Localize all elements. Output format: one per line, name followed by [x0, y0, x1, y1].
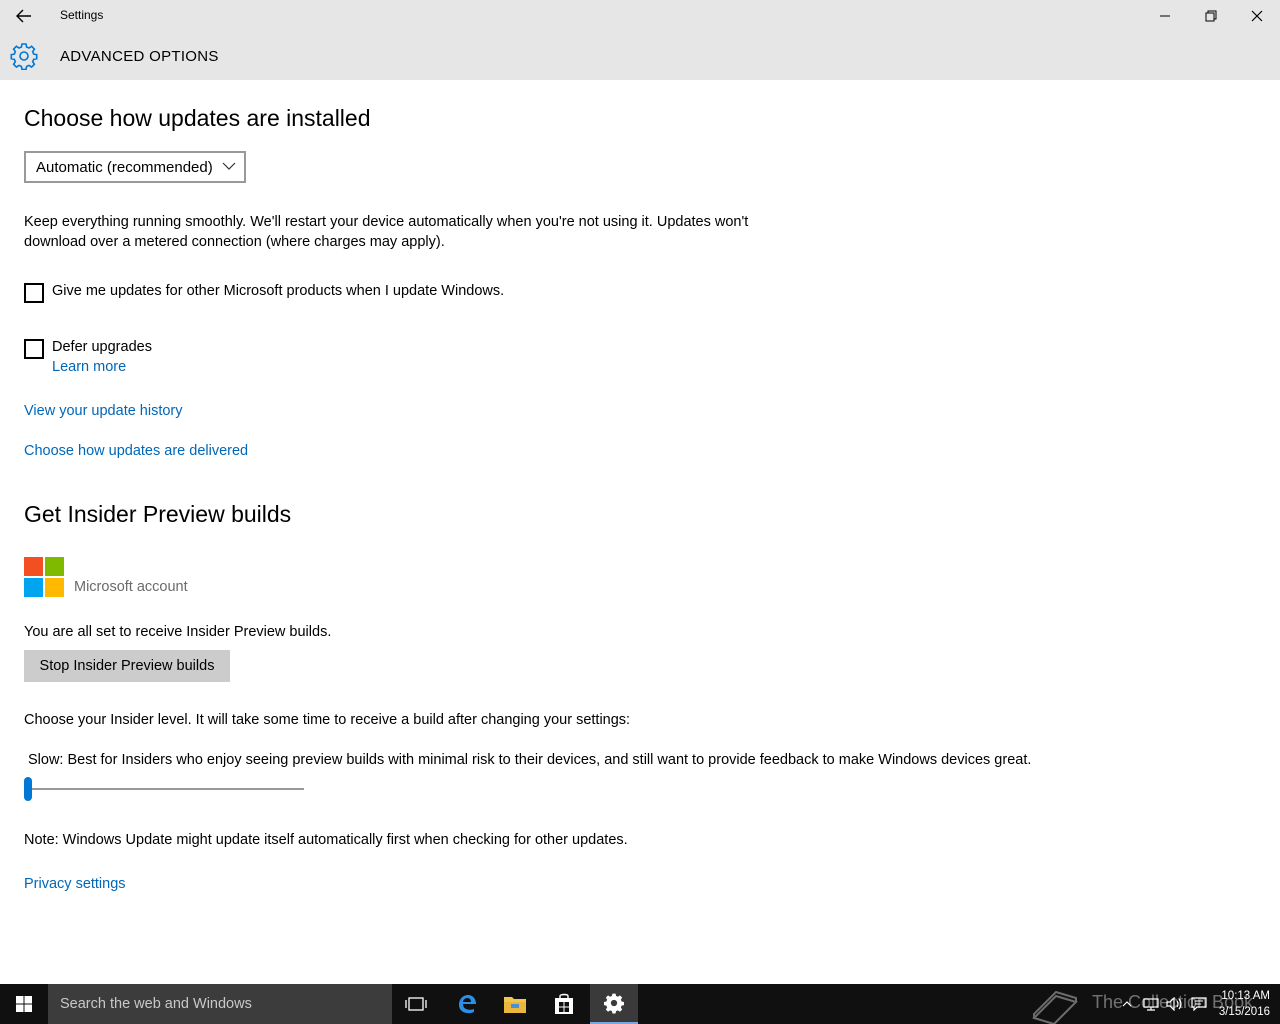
volume-button[interactable]	[1164, 984, 1186, 1024]
clock[interactable]: 10:13 AM 3/15/2016	[1219, 988, 1270, 1020]
network-button[interactable]	[1140, 984, 1162, 1024]
taskbar: Search the web and Windows The Collectio…	[0, 984, 1280, 1024]
clock-date: 3/15/2016	[1218, 1006, 1270, 1018]
insider-level-slider[interactable]	[28, 788, 304, 790]
title-bar: Settings	[0, 0, 1280, 32]
close-button[interactable]	[1234, 0, 1280, 32]
edge-icon	[459, 995, 476, 1014]
chevron-up-icon	[1122, 1001, 1132, 1007]
settings-taskbar-button[interactable]	[590, 984, 638, 1024]
description-line-2: download over a metered connection (wher…	[24, 234, 445, 250]
file-explorer-button[interactable]	[491, 984, 539, 1024]
stop-insider-button[interactable]: Stop Insider Preview builds	[24, 650, 230, 682]
privacy-settings-link[interactable]: Privacy settings	[24, 876, 126, 892]
minimize-button[interactable]	[1142, 0, 1188, 32]
dropdown-value: Automatic (recommended)	[36, 159, 213, 176]
store-button[interactable]	[540, 984, 588, 1024]
window-title: Settings	[60, 8, 104, 22]
insider-level-description: Slow: Best for Insiders who enjoy seeing…	[28, 752, 1032, 768]
minimize-icon	[1160, 15, 1170, 17]
chevron-down-icon	[222, 162, 236, 170]
back-arrow-icon	[16, 9, 31, 23]
install-heading: Choose how updates are installed	[24, 105, 371, 131]
restore-icon	[1205, 10, 1217, 22]
clock-time: 10:13 AM	[1221, 990, 1270, 1002]
update-delivery-link[interactable]: Choose how updates are delivered	[24, 443, 248, 459]
update-note: Note: Windows Update might update itself…	[24, 832, 628, 848]
close-icon	[1251, 10, 1263, 22]
notification-icon	[1191, 997, 1207, 1011]
network-icon	[1143, 998, 1159, 1011]
defer-upgrades-checkbox[interactable]	[24, 339, 44, 359]
action-center-button[interactable]	[1188, 984, 1210, 1024]
slider-thumb[interactable]	[24, 777, 32, 801]
insider-heading: Get Insider Preview builds	[24, 501, 292, 527]
other-products-checkbox[interactable]	[24, 283, 44, 303]
gear-icon	[10, 43, 38, 70]
account-label: Microsoft account	[74, 579, 188, 595]
show-hidden-icons-button[interactable]	[1118, 984, 1136, 1024]
back-button[interactable]	[8, 4, 40, 28]
page-header: ADVANCED OPTIONS	[0, 32, 1280, 80]
volume-icon	[1166, 997, 1182, 1011]
task-view-icon	[405, 997, 427, 1011]
windows-logo-icon	[16, 996, 32, 1012]
edge-button[interactable]	[443, 984, 491, 1024]
insider-status: You are all set to receive Insider Previ…	[24, 624, 332, 640]
store-icon	[555, 993, 573, 1014]
learn-more-link[interactable]: Learn more	[52, 359, 126, 375]
taskbar-search[interactable]: Search the web and Windows	[48, 984, 392, 1024]
restore-button[interactable]	[1188, 0, 1234, 32]
book-icon	[1032, 990, 1078, 1024]
other-products-label[interactable]: Give me updates for other Microsoft prod…	[52, 283, 504, 299]
gear-icon	[604, 993, 624, 1014]
search-placeholder: Search the web and Windows	[60, 996, 252, 1012]
start-button[interactable]	[0, 984, 48, 1024]
microsoft-logo-icon	[24, 557, 64, 597]
page-title: ADVANCED OPTIONS	[60, 48, 219, 65]
install-mode-dropdown[interactable]: Automatic (recommended)	[24, 151, 246, 183]
update-history-link[interactable]: View your update history	[24, 403, 183, 419]
install-description: Keep everything running smoothly. We'll …	[24, 212, 748, 252]
folder-icon	[504, 997, 526, 1013]
defer-upgrades-label[interactable]: Defer upgrades	[52, 339, 152, 355]
insider-level-prompt: Choose your Insider level. It will take …	[24, 712, 631, 728]
description-line-1: Keep everything running smoothly. We'll …	[24, 214, 749, 230]
task-view-button[interactable]	[392, 984, 440, 1024]
